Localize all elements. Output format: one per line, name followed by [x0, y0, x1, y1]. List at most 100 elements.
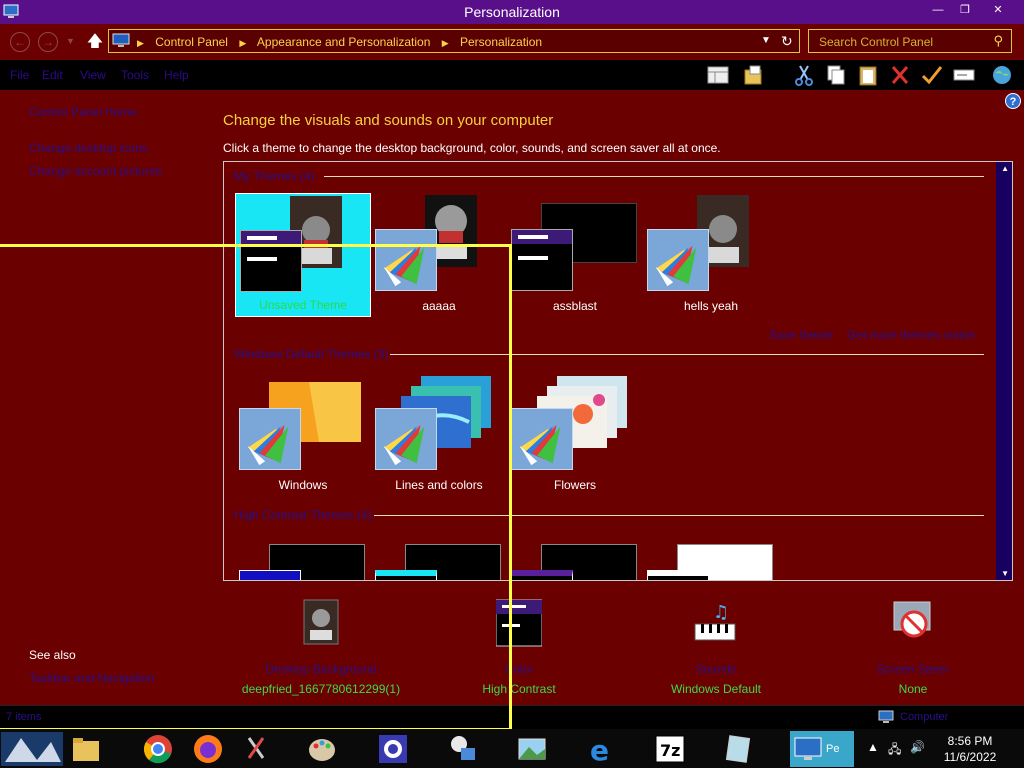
paste-icon[interactable] — [856, 64, 880, 86]
theme-tile-unsaved[interactable]: Unsaved Theme — [235, 193, 371, 317]
cut-icon[interactable] — [792, 64, 816, 86]
menu-edit[interactable]: Edit — [42, 68, 63, 82]
gear-icon — [379, 735, 407, 763]
theme-tile-windows[interactable]: Windows — [235, 372, 371, 496]
svg-text:7z: 7z — [660, 741, 680, 760]
theme-tile-high-contrast-white[interactable] — [643, 534, 779, 580]
theme-name: assblast — [552, 299, 598, 313]
clock-time: 8:56 PM — [947, 734, 993, 748]
change-account-pictures-link[interactable]: Change account pictures — [29, 164, 162, 178]
taskbar-7zip[interactable]: 7z — [648, 731, 692, 767]
setting-value[interactable]: None — [823, 682, 1003, 696]
properties-check-icon[interactable] — [920, 64, 944, 86]
control-panel-home-link[interactable]: Control Panel Home — [29, 105, 137, 119]
save-theme-link[interactable]: Save theme — [769, 328, 833, 342]
title-bar: Personalization — ❐ ✕ — [0, 0, 1024, 24]
recent-locations-dropdown-icon[interactable]: ▼ — [66, 36, 75, 46]
setting-value[interactable]: deepfried_1667780612299(1) — [231, 682, 411, 696]
network-status-icon[interactable]: 🖧 — [888, 740, 901, 761]
group-divider — [324, 176, 984, 177]
theme-list[interactable]: My Themes (4) Unsaved Theme aaaaa assbla… — [223, 161, 1013, 581]
taskbar-photos[interactable] — [510, 731, 554, 767]
sounds-setting[interactable]: ♫ Sounds Windows Default — [626, 598, 806, 696]
change-desktop-icons-link[interactable]: Change desktop icons — [29, 141, 148, 155]
setting-caption[interactable]: Desktop Background — [231, 662, 411, 676]
menu-file[interactable]: File — [10, 68, 29, 82]
search-icon[interactable]: ⚲ — [993, 33, 1003, 49]
breadcrumb-separator-icon[interactable]: ▶ — [239, 38, 246, 48]
window-title: Personalization — [464, 4, 560, 20]
setting-value[interactable]: Windows Default — [626, 682, 806, 696]
taskbar-personalization[interactable]: Pe — [790, 731, 854, 767]
taskbar-file-explorer[interactable] — [64, 731, 108, 767]
see-also-heading: See also — [29, 648, 76, 662]
theme-tile-aaaaa[interactable]: aaaaa — [371, 193, 507, 317]
taskbar-navigation-link[interactable]: Taskbar and Navigation — [29, 671, 154, 685]
setting-caption[interactable]: Color — [429, 662, 609, 676]
theme-window-preview — [240, 230, 302, 292]
color-palette-icon — [239, 408, 301, 470]
breadcrumb-personalization[interactable]: Personalization — [460, 35, 542, 49]
theme-tile-high-contrast-3[interactable] — [507, 534, 643, 580]
address-history-chevron-icon[interactable]: ▼ — [761, 35, 771, 46]
rename-icon[interactable] — [952, 64, 976, 86]
layout-icon[interactable] — [706, 64, 730, 86]
setting-caption[interactable]: Sounds — [626, 662, 806, 676]
search-input[interactable]: Search Control Panel ⚲ — [808, 29, 1012, 53]
taskbar-network[interactable] — [440, 731, 484, 767]
color-palette-icon — [647, 229, 709, 291]
taskbar-paint[interactable] — [300, 731, 344, 767]
forward-button[interactable]: → — [38, 32, 58, 52]
screen-saver-setting[interactable]: Screen Saver None — [823, 598, 1003, 696]
desktop-background-icon — [303, 599, 339, 645]
close-button[interactable]: ✕ — [978, 0, 1018, 20]
menu-bar: File Edit View Tools Help — [0, 60, 1024, 90]
taskbar-snipping-tool[interactable] — [234, 731, 278, 767]
breadcrumb-separator-icon[interactable]: ▶ — [442, 38, 449, 48]
theme-tile-high-contrast-2[interactable] — [371, 534, 507, 580]
get-more-themes-link[interactable]: Get more themes online — [847, 328, 975, 342]
taskbar-settings[interactable] — [371, 731, 415, 767]
back-button[interactable]: ← — [10, 32, 30, 52]
theme-name: Unsaved Theme — [259, 298, 347, 312]
scroll-up-icon[interactable]: ▲ — [1001, 164, 1009, 173]
taskbar-internet-explorer[interactable]: e — [580, 731, 624, 767]
menu-view[interactable]: View — [80, 68, 106, 82]
delete-icon[interactable] — [888, 64, 912, 86]
taskbar-notepad[interactable] — [716, 731, 760, 767]
breadcrumb-appearance[interactable]: Appearance and Personalization — [257, 35, 430, 49]
setting-value[interactable]: High Contrast — [429, 682, 609, 696]
theme-list-scrollbar[interactable]: ▲ ▼ — [996, 162, 1012, 580]
setting-caption[interactable]: Screen Saver — [823, 662, 1003, 676]
breadcrumb-control-panel[interactable]: Control Panel — [155, 35, 228, 49]
scroll-down-icon[interactable]: ▼ — [1001, 569, 1009, 578]
globe-icon[interactable] — [990, 64, 1014, 86]
theme-tile-flowers[interactable]: Flowers — [507, 372, 643, 496]
menu-tools[interactable]: Tools — [121, 68, 149, 82]
copy-icon[interactable] — [824, 64, 848, 86]
theme-tile-high-contrast-1[interactable] — [235, 534, 371, 580]
theme-tile-lines-and-colors[interactable]: Lines and colors — [371, 372, 507, 496]
taskbar-firefox[interactable] — [186, 731, 230, 767]
theme-window-preview — [647, 570, 709, 580]
help-icon[interactable]: ? — [1005, 93, 1021, 109]
folder-icon[interactable] — [742, 64, 766, 86]
tray-overflow-icon[interactable]: ▲ — [867, 740, 879, 754]
menu-help[interactable]: Help — [164, 68, 189, 82]
theme-tile-assblast[interactable]: assblast — [507, 193, 643, 317]
start-button[interactable] — [0, 731, 64, 767]
up-button[interactable]: 🡅 — [85, 32, 105, 52]
maximize-button[interactable]: ❐ — [951, 0, 979, 20]
page-title: Change the visuals and sounds on your co… — [223, 112, 554, 129]
theme-tile-hells-yeah[interactable]: hells yeah — [643, 193, 779, 317]
computer-icon — [112, 33, 130, 47]
minimize-button[interactable]: — — [924, 0, 952, 20]
color-setting[interactable]: Color High Contrast — [429, 598, 609, 696]
taskbar-clock[interactable]: 8:56 PM 11/6/2022 — [938, 733, 1002, 765]
volume-icon[interactable]: 🔊 — [910, 740, 925, 754]
address-bar[interactable]: ▶ Control Panel ▶ Appearance and Persona… — [108, 29, 800, 53]
desktop-background-setting[interactable]: Desktop Background deepfried_16677806122… — [231, 598, 411, 696]
color-palette-icon — [375, 408, 437, 470]
refresh-icon[interactable]: ↻ — [781, 33, 793, 50]
taskbar-chrome[interactable] — [136, 731, 180, 767]
